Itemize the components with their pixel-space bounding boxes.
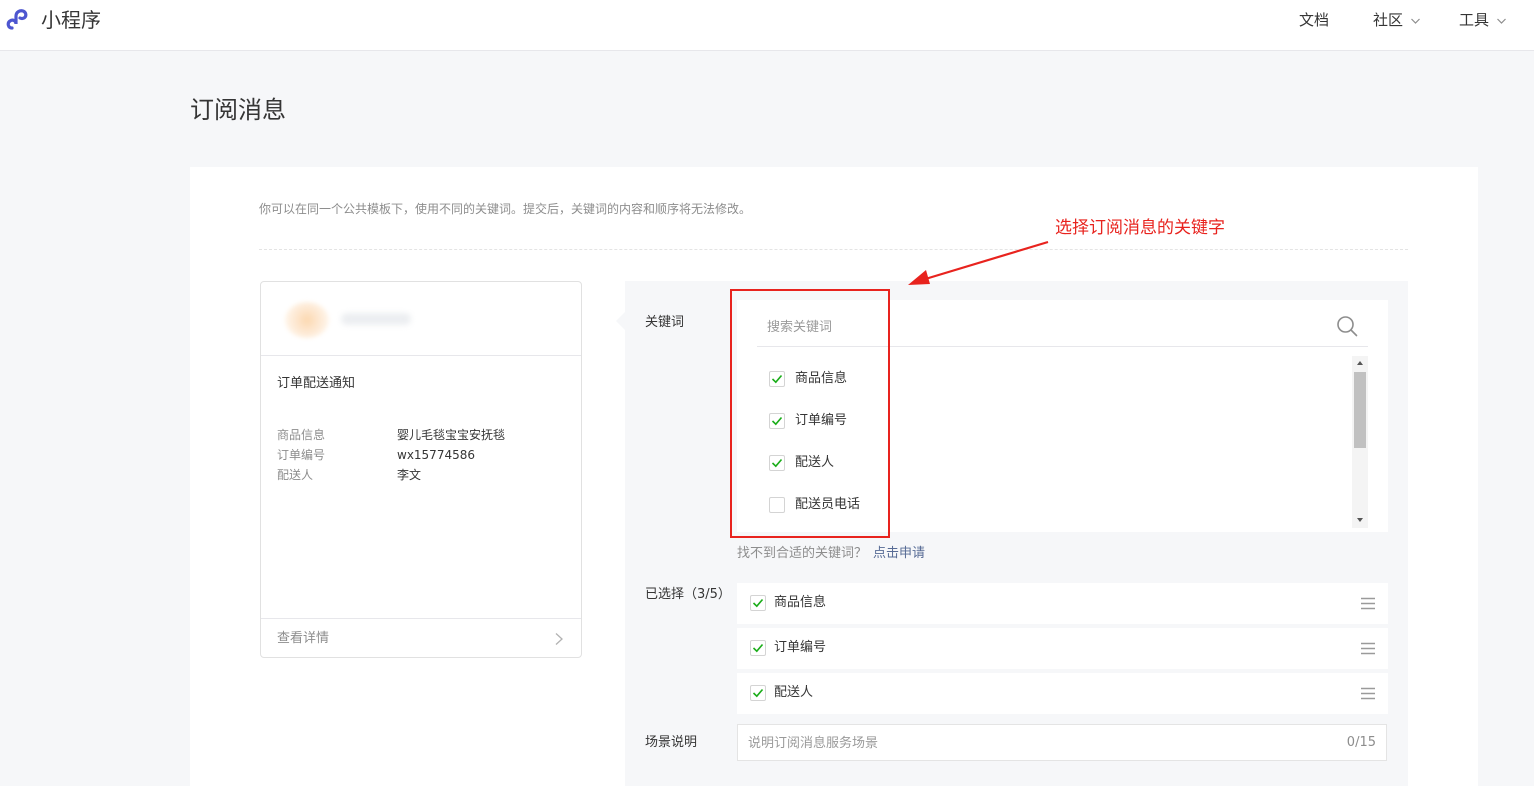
nav-tools[interactable]: 工具 (1459, 10, 1507, 30)
char-counter: 0/15 (1346, 735, 1376, 750)
drag-handle-icon[interactable] (1360, 642, 1376, 655)
preview-row: 订单编号 wx15774586 (277, 447, 475, 463)
selected-keyword-row[interactable]: 商品信息 (737, 583, 1388, 624)
nav-docs[interactable]: 文档 (1299, 10, 1329, 30)
chevron-down-icon (1410, 18, 1420, 24)
not-found-text: 找不到合适的关键词？ (737, 546, 868, 561)
annotation-highlight-box (730, 289, 890, 538)
check-icon (752, 688, 764, 698)
nav-community[interactable]: 社区 (1373, 10, 1421, 30)
selected-keyword-label: 商品信息 (774, 595, 827, 610)
search-icon[interactable] (1336, 315, 1358, 337)
not-found-hint: 找不到合适的关键词？ 点击申请 (737, 545, 925, 563)
scene-description-input[interactable] (748, 734, 1308, 752)
selected-keyword-row[interactable]: 订单编号 (737, 628, 1388, 669)
preview-row-value: 婴儿毛毯宝宝安抚毯 (397, 428, 506, 442)
preview-row-value: 李文 (397, 468, 422, 482)
preview-title: 订单配送通知 (277, 376, 356, 391)
miniprogram-logo-icon[interactable] (6, 7, 34, 33)
panel-pointer (616, 312, 625, 330)
view-details-link[interactable]: 查看详情 (261, 618, 581, 658)
brand-title[interactable]: 小程序 (41, 7, 101, 33)
preview-header (261, 282, 581, 356)
selected-keyword-label: 配送人 (774, 685, 814, 700)
keyword-label: 关键词 (645, 315, 685, 330)
scene-description-field: 0/15 (737, 724, 1387, 761)
preview-row-value: wx15774586 (397, 448, 475, 462)
blurred-account-name (341, 313, 411, 325)
check-icon (752, 598, 764, 608)
divider (259, 249, 1408, 250)
preview-row: 商品信息 婴儿毛毯宝宝安抚毯 (277, 427, 505, 443)
annotation-text: 选择订阅消息的关键字 (1055, 218, 1225, 238)
annotation-arrow-icon (908, 240, 1049, 285)
drag-handle-icon[interactable] (1360, 687, 1376, 700)
page-title: 订阅消息 (190, 96, 286, 124)
nav-tools-label: 工具 (1459, 11, 1490, 29)
preview-row-key: 配送人 (277, 468, 314, 482)
top-navbar: 小程序 文档 社区 工具 (0, 0, 1534, 51)
nav-docs-label: 文档 (1299, 11, 1330, 29)
apply-keyword-link[interactable]: 点击申请 (873, 546, 925, 561)
selected-label: 已选择（3/5） (645, 587, 731, 602)
checkbox-checked[interactable] (750, 595, 766, 611)
scroll-thumb[interactable] (1354, 372, 1366, 448)
preview-row-key: 商品信息 (277, 428, 326, 442)
selected-keyword-label: 订单编号 (774, 640, 827, 655)
check-icon (752, 643, 764, 653)
tip-text: 你可以在同一个公共模板下，使用不同的关键词。提交后，关键词的内容和顺序将无法修改… (259, 202, 752, 216)
avatar (285, 302, 329, 338)
message-preview-card: 订单配送通知 商品信息 婴儿毛毯宝宝安抚毯 订单编号 wx15774586 配送人 李… (260, 281, 582, 658)
scroll-down-arrow-icon[interactable] (1357, 518, 1363, 522)
scroll-up-arrow-icon[interactable] (1357, 361, 1363, 365)
scene-label: 场景说明 (645, 735, 698, 750)
checkbox-checked[interactable] (750, 685, 766, 701)
selected-keyword-row[interactable]: 配送人 (737, 673, 1388, 714)
checkbox-checked[interactable] (750, 640, 766, 656)
keyword-list-scrollbar[interactable] (1352, 356, 1368, 528)
preview-row: 配送人 李文 (277, 467, 421, 483)
chevron-down-icon (1496, 18, 1506, 24)
nav-community-label: 社区 (1373, 11, 1404, 29)
drag-handle-icon[interactable] (1360, 597, 1376, 610)
view-details-label: 查看详情 (277, 631, 330, 646)
preview-row-key: 订单编号 (277, 448, 326, 462)
chevron-right-icon (555, 633, 563, 645)
